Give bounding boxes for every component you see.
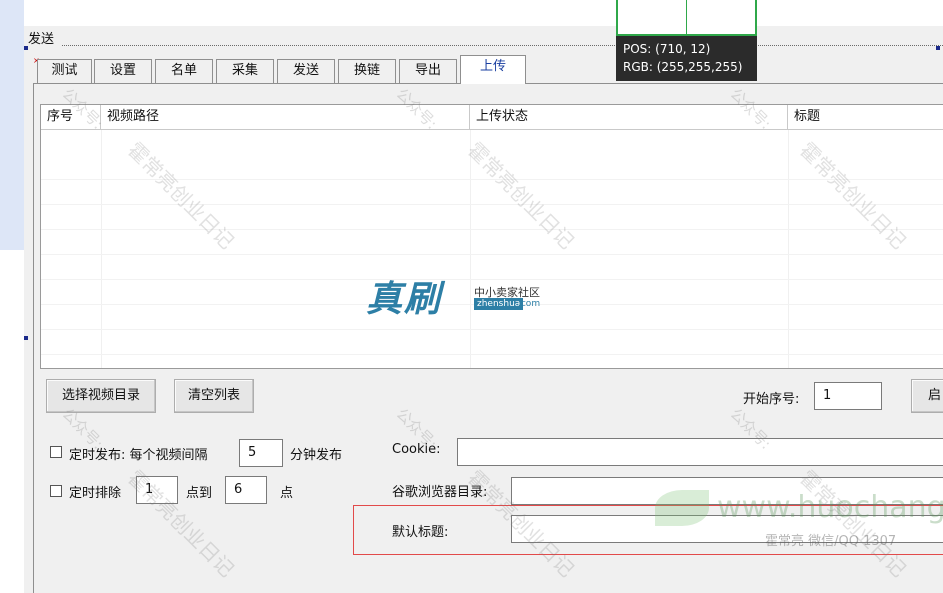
chrome-dir-label: 谷歌浏览器目录: xyxy=(392,485,488,500)
start-index-value: 1 xyxy=(823,388,832,403)
exclude-to-value: 6 xyxy=(234,482,243,497)
tab-export[interactable]: 导出 xyxy=(399,59,457,83)
selection-handle[interactable] xyxy=(936,46,940,50)
clear-list-button[interactable]: 清空列表 xyxy=(174,379,254,413)
column-header-video-path[interactable]: 视频路径 xyxy=(101,105,470,130)
exclude-suffix: 点 xyxy=(280,486,294,501)
column-header-index[interactable]: 序号 xyxy=(41,105,101,130)
zhenshua-watermark-logo: 真刷 中小卖家社区 zhenshua .com xyxy=(366,270,586,320)
exclude-to-input[interactable]: 6 xyxy=(225,476,267,504)
group-title: 发送 xyxy=(28,32,55,47)
selection-handle[interactable] xyxy=(24,336,28,340)
exclude-to-label: 点到 xyxy=(186,486,213,501)
empty-row xyxy=(41,330,943,355)
start-button[interactable]: 启 xyxy=(911,379,943,413)
tab-send[interactable]: 发送 xyxy=(277,59,335,83)
tab-test[interactable]: 测试 xyxy=(37,59,92,83)
video-list-view[interactable]: 序号 视频路径 上传状态 标题 xyxy=(40,104,943,369)
group-separator xyxy=(62,45,943,46)
column-header-title[interactable]: 标题 xyxy=(788,105,943,130)
timed-exclude-label: 定时排除 xyxy=(69,486,122,501)
watermark-site-desc: 霍常亮 微信/QQ 1307 xyxy=(765,534,897,549)
default-title-label: 默认标题: xyxy=(392,525,449,540)
start-index-input[interactable]: 1 xyxy=(814,382,882,410)
leaf-logo-icon xyxy=(655,490,709,526)
start-index-label: 开始序号: xyxy=(743,392,800,407)
column-header-upload-status[interactable]: 上传状态 xyxy=(470,105,788,130)
watermark-logo-domain: zhenshua xyxy=(474,298,524,310)
publish-interval-input[interactable]: 5 xyxy=(239,439,283,467)
tab-upload[interactable]: 上传 xyxy=(460,55,526,84)
color-picker-tooltip: POS: (710, 12) RGB: (255,255,255) xyxy=(616,36,757,81)
magnifier-preview xyxy=(616,0,757,36)
tab-list[interactable]: 名单 xyxy=(155,59,213,83)
tab-replace-link[interactable]: 换链 xyxy=(338,59,396,83)
tooltip-rgb: RGB: (255,255,255) xyxy=(623,60,743,74)
selection-handle[interactable] xyxy=(24,46,28,50)
exclude-from-value: 1 xyxy=(145,482,154,497)
publish-interval-value: 5 xyxy=(248,445,257,460)
tooltip-position: POS: (710, 12) xyxy=(623,42,711,56)
watermark-logo-main: 真刷 xyxy=(366,278,443,320)
empty-row xyxy=(41,205,943,230)
left-sidebar-strip xyxy=(0,0,24,250)
watermark-site-url: www.huochangli xyxy=(717,490,943,525)
exclude-from-input[interactable]: 1 xyxy=(136,476,178,504)
timed-publish-label: 定时发布: 每个视频间隔 xyxy=(69,448,208,463)
empty-row xyxy=(41,230,943,255)
watermark-logo-tld: .com xyxy=(518,299,541,309)
cookie-label: Cookie: xyxy=(392,442,441,457)
timed-exclude-checkbox[interactable] xyxy=(50,485,62,497)
select-video-dir-button[interactable]: 选择视频目录 xyxy=(46,379,156,413)
empty-row xyxy=(41,155,943,180)
tab-settings[interactable]: 设置 xyxy=(94,59,152,83)
site-watermark: www.huochangli 霍常亮 微信/QQ 1307 xyxy=(655,482,943,552)
timed-publish-checkbox[interactable] xyxy=(50,446,62,458)
cookie-input[interactable] xyxy=(457,438,943,466)
empty-row xyxy=(41,180,943,205)
publish-interval-suffix: 分钟发布 xyxy=(290,448,343,463)
tab-collect[interactable]: 采集 xyxy=(216,59,274,83)
